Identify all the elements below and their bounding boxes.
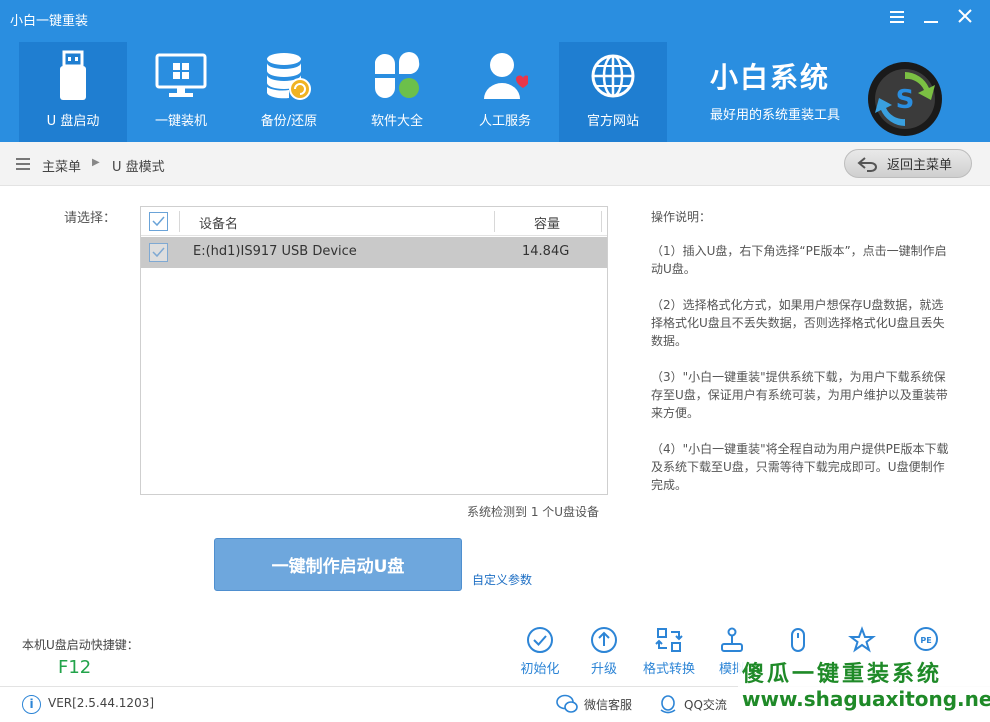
- watermark-title: 傻瓜一键重装系统: [742, 662, 943, 687]
- nav-backup-restore[interactable]: 备份/还原: [235, 42, 343, 142]
- breadcrumb-current: U 盘模式: [112, 160, 165, 175]
- upload-circle-icon: [591, 627, 617, 653]
- mouse-icon: [791, 628, 805, 652]
- table-header: 设备名 容量: [141, 207, 607, 236]
- breadcrumb: 主菜单 ▶ U 盘模式: [0, 142, 990, 186]
- nav-label: 一键装机: [154, 114, 207, 129]
- nav-one-click-install[interactable]: 一键装机: [127, 42, 235, 142]
- globe-icon: [585, 50, 641, 102]
- tool-initialize[interactable]: 初始化: [508, 626, 572, 677]
- instruction-step: （2）选择格式化方式，如果用户想保存U盘数据，就选择格式化U盘且不丢失数据，否则…: [651, 298, 945, 348]
- tool-format-convert[interactable]: 格式转换: [637, 626, 701, 677]
- instructions-title: 操作说明：: [651, 210, 712, 224]
- tool-mouse[interactable]: [766, 626, 830, 654]
- joystick-icon: [721, 627, 743, 652]
- monitor-windows-icon: [153, 50, 209, 102]
- detect-status: 系统检测到 1 个U盘设备: [467, 505, 600, 519]
- column-header-size: 容量: [534, 217, 561, 232]
- nav-label: 软件大全: [370, 114, 423, 129]
- brand-logo-icon: S: [866, 60, 944, 138]
- watermark-url: www.shaguaxitong.net: [742, 687, 990, 711]
- tool-star[interactable]: [830, 626, 894, 654]
- nav-manual-service[interactable]: 人工服务: [451, 42, 559, 142]
- custom-params-link[interactable]: 自定义参数: [472, 571, 532, 588]
- tool-upgrade[interactable]: 升级: [572, 626, 636, 677]
- version-label: VER[2.5.44.1203]: [48, 696, 155, 710]
- device-size: 14.84G: [522, 244, 570, 259]
- qq-icon: [660, 695, 676, 714]
- header: 小白一键重装 U 盘启动 一键装机 备份/还原 软件大全 人工服务 官方网站 小…: [0, 0, 990, 142]
- qq-chat-link[interactable]: QQ交流: [684, 696, 727, 713]
- nav-label: 人工服务: [478, 114, 531, 129]
- nav-label: 官方网站: [586, 114, 639, 129]
- nav-software[interactable]: 软件大全: [343, 42, 451, 142]
- nav-official-site[interactable]: 官方网站: [559, 42, 667, 142]
- svg-text:PE: PE: [920, 636, 931, 645]
- device-name: E:(hd1)IS917 USB Device: [193, 244, 357, 259]
- close-icon[interactable]: [952, 8, 978, 27]
- wechat-icon: [556, 694, 578, 713]
- make-boot-usb-button[interactable]: 一键制作启动U盘: [214, 538, 462, 591]
- tool-label: 格式转换: [642, 662, 695, 677]
- back-to-main-label: 返回主菜单: [887, 158, 953, 173]
- pe-icon: PE: [914, 627, 938, 651]
- apps-grid-icon: [369, 50, 425, 102]
- tool-label: 升级: [590, 662, 617, 677]
- hotkey-label: 本机U盘启动快捷键：: [22, 638, 139, 652]
- select-all-checkbox[interactable]: [149, 212, 168, 231]
- brand-name: 小白系统: [710, 61, 831, 94]
- svg-text:S: S: [896, 85, 915, 115]
- instruction-step: （4）"小白一键重装"将全程自动为用户提供PE版本下载及系统下载至U盘，只需等待…: [651, 442, 949, 492]
- instructions-panel: 操作说明： （1）插入U盘，右下角选择“PE版本”，点击一键制作启动U盘。 （2…: [651, 208, 951, 512]
- brand-slogan: 最好用的系统重装工具: [710, 108, 841, 123]
- main-nav: U 盘启动 一键装机 备份/还原 软件大全 人工服务 官方网站: [19, 42, 667, 142]
- breadcrumb-arrow-icon: ▶: [92, 157, 100, 168]
- tool-label: 初始化: [520, 662, 560, 677]
- brand: 小白系统 最好用的系统重装工具: [710, 56, 840, 123]
- check-circle-icon: [527, 627, 553, 653]
- wechat-support-link[interactable]: 微信客服: [584, 696, 632, 713]
- column-header-name: 设备名: [199, 217, 239, 232]
- usb-drive-icon: [45, 50, 101, 102]
- site-watermark: 傻瓜一键重装系统 www.shaguaxitong.net: [738, 654, 990, 720]
- table-row[interactable]: E:(hd1)IS917 USB Device 14.84G: [141, 237, 607, 268]
- info-icon: i: [22, 695, 41, 714]
- nav-usb-boot[interactable]: U 盘启动: [19, 42, 127, 142]
- breadcrumb-home[interactable]: 主菜单: [42, 156, 81, 175]
- nav-label: U 盘启动: [46, 114, 100, 129]
- device-checkbox[interactable]: [149, 243, 168, 262]
- window-title: 小白一键重装: [10, 14, 89, 29]
- database-backup-icon: [261, 50, 317, 102]
- list-menu-icon: [16, 158, 30, 173]
- device-table: 设备名 容量 E:(hd1)IS917 USB Device 14.84G: [140, 206, 608, 495]
- back-to-main-button[interactable]: 返回主菜单: [844, 149, 972, 178]
- tool-pe[interactable]: PE: [894, 626, 958, 654]
- star-icon: [848, 626, 876, 653]
- instruction-step: （3）"小白一键重装"提供系统下载，为用户下载系统保存至U盘，保证用户有系统可装…: [651, 370, 948, 420]
- minimize-icon[interactable]: [918, 8, 944, 27]
- hotkey-value: F12: [58, 657, 92, 678]
- instruction-step: （1）插入U盘，右下角选择“PE版本”，点击一键制作启动U盘。: [651, 244, 947, 276]
- return-arrow-icon: [857, 156, 877, 172]
- person-heart-icon: [477, 50, 533, 102]
- nav-label: 备份/还原: [260, 114, 318, 129]
- convert-icon: [655, 628, 683, 652]
- select-label: 请选择：: [64, 211, 117, 226]
- menu-icon[interactable]: [884, 8, 910, 27]
